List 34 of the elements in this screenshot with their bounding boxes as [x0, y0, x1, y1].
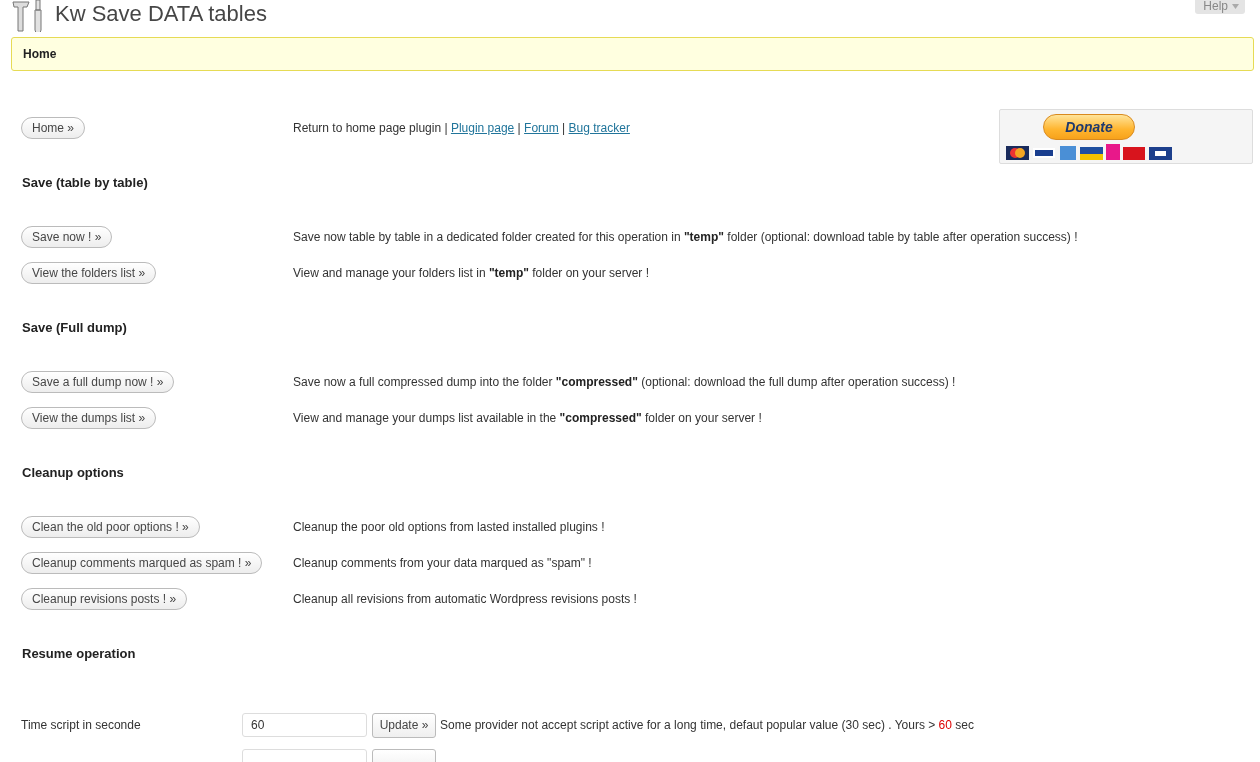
description-text: Cleanup the poor old options from lasted installed plugins ! [293, 520, 605, 534]
action-button[interactable]: Cleanup revisions posts ! » [21, 588, 188, 610]
section-heading: Resume operation [22, 645, 137, 663]
link[interactable]: Forum [524, 121, 559, 135]
action-button[interactable]: View the dumps list » [21, 407, 157, 429]
update-button[interactable]: Update » [372, 712, 436, 738]
tools-icon [11, 0, 45, 32]
breadcrumb-text: Home [23, 47, 57, 61]
section-heading: Save (Full dump) [22, 319, 128, 337]
description-text: Save now table by table in a dedicated folder created for this operation in "temp" folder (optional: download table by table after operation success) ! [293, 230, 1078, 244]
input-field[interactable]: 60 [242, 713, 367, 737]
description-text: | [516, 121, 522, 135]
action-button[interactable]: Cleanup comments marqued as spam ! » [21, 552, 263, 574]
setting-note: Some provider not accept script active for a long time, defaut popular value (30 sec) . Yours > 60 sec [440, 718, 974, 732]
action-button[interactable]: Save now ! » [21, 226, 113, 248]
setting-label: Time script in seconde [21, 718, 142, 732]
description-text: Save now a full compressed dump into the folder "compressed" (optional: download the full dump after operation success) ! [293, 375, 956, 389]
link[interactable]: Bug tracker [568, 121, 630, 135]
description-text: | [561, 121, 567, 135]
description-text: View and manage your dumps list available in the "compressed" folder on your server ! [293, 411, 762, 425]
description-text: Cleanup comments from your data marqued as "spam" ! [293, 556, 592, 570]
description-text: Return to home page plugin | [293, 121, 449, 135]
section-heading: Save (table by table) [22, 174, 149, 192]
donate-button[interactable]: Donate [1043, 114, 1135, 140]
action-button[interactable]: View the folders list » [21, 262, 157, 284]
action-button[interactable]: Save a full dump now ! » [21, 371, 175, 393]
description-text: View and manage your folders list in "temp" folder on your server ! [293, 266, 649, 280]
link[interactable]: Plugin page [450, 121, 515, 135]
home-button[interactable]: Home » [21, 117, 86, 139]
caret-icon [1232, 3, 1239, 9]
action-button[interactable]: Clean the old poor options ! » [21, 516, 200, 538]
section-heading: Cleanup options [22, 464, 125, 482]
description-text: Cleanup all revisions from automatic Wordpress revisions posts ! [293, 592, 637, 606]
page-title: Kw Save DATA tables [55, 0, 267, 28]
